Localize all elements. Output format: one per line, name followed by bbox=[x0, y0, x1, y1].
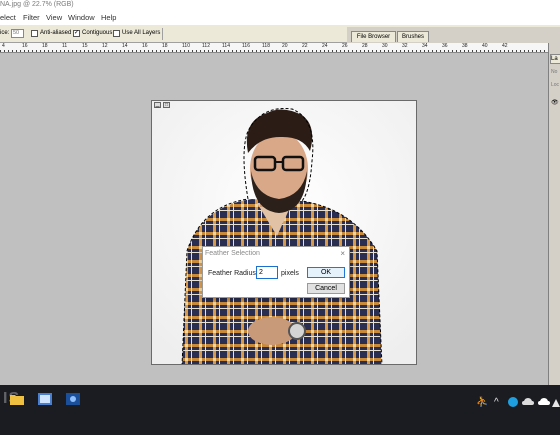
layers-panel: La No Loc 👁 bbox=[548, 43, 560, 385]
ruler-tick-label: 30 bbox=[382, 43, 388, 49]
ruler-tick-label: 40 bbox=[482, 43, 488, 49]
use-all-layers-label: Use All Layers bbox=[122, 30, 161, 36]
feather-selection-dialog: Feather Selection × Feather Radius: 2 pi… bbox=[202, 246, 350, 298]
ruler-tick-label: 118 bbox=[262, 43, 270, 49]
photo-canvas[interactable] bbox=[152, 101, 417, 365]
ruler-tick-label: 36 bbox=[442, 43, 448, 49]
menu-bar: elect Filter View Window Help bbox=[0, 11, 560, 25]
anti-aliased-label: Anti-aliased bbox=[40, 30, 72, 36]
tolerance-label: ice: bbox=[0, 30, 10, 36]
ruler-tick-label: 11 bbox=[62, 43, 68, 49]
contiguous-label: Contiguous bbox=[82, 30, 113, 36]
ruler-tick-label: 110 bbox=[182, 43, 190, 49]
ruler-tick-label: 116 bbox=[242, 43, 250, 49]
horizontal-ruler: 4 16 18 11 15 12 14 16 18 110 112 114 11… bbox=[0, 43, 548, 53]
ruler-tick-label: 38 bbox=[462, 43, 468, 49]
taskbar: IS ⛹ ^ bbox=[0, 385, 560, 435]
window-title: NA.jpg @ 22.7% (RGB) bbox=[0, 1, 74, 8]
ruler-tick-label: 4 bbox=[2, 43, 5, 49]
people-icon[interactable]: ⛹ bbox=[476, 397, 488, 408]
pictureviewer-icon[interactable] bbox=[38, 393, 52, 408]
chevron-up-icon[interactable]: ^ bbox=[494, 397, 499, 408]
blend-mode-label[interactable]: No bbox=[551, 69, 557, 75]
menu-help[interactable]: Help bbox=[101, 13, 116, 22]
ok-button[interactable]: OK bbox=[307, 267, 345, 278]
ruler-tick-label: 112 bbox=[202, 43, 210, 49]
options-divider bbox=[162, 28, 163, 40]
cancel-button[interactable]: Cancel bbox=[307, 283, 345, 294]
ruler-tick-label: 22 bbox=[302, 43, 308, 49]
dialog-title: Feather Selection bbox=[205, 250, 260, 257]
feather-radius-label: Feather Radius: bbox=[208, 270, 258, 277]
cloud-icon[interactable] bbox=[538, 397, 550, 410]
onedrive-icon[interactable] bbox=[522, 397, 534, 410]
photoshop-icon[interactable] bbox=[66, 393, 80, 408]
network-icon[interactable] bbox=[552, 397, 560, 410]
menu-window[interactable]: Window bbox=[68, 13, 95, 22]
ruler-tick-label: 16 bbox=[142, 43, 148, 49]
ruler-tick-label: 34 bbox=[422, 43, 428, 49]
ruler-tick-label: 26 bbox=[342, 43, 348, 49]
menu-select[interactable]: elect bbox=[0, 13, 16, 22]
tab-layers[interactable]: La bbox=[550, 54, 560, 64]
ruler-tick-label: 24 bbox=[322, 43, 328, 49]
ruler-tick-label: 16 bbox=[22, 43, 28, 49]
ruler-tick-label: 14 bbox=[122, 43, 128, 49]
folder-icon[interactable] bbox=[10, 393, 24, 408]
feather-unit-label: pixels bbox=[281, 270, 299, 277]
use-all-layers-checkbox[interactable] bbox=[113, 30, 120, 37]
ruler-tick-label: 12 bbox=[102, 43, 108, 49]
ruler-tick-label: 32 bbox=[402, 43, 408, 49]
document-window[interactable]: ▁ □ bbox=[151, 100, 417, 365]
palette-well: File Browser Brushes bbox=[347, 27, 560, 43]
menu-view[interactable]: View bbox=[46, 13, 62, 22]
window-titlebar: NA.jpg @ 22.7% (RGB) bbox=[0, 0, 560, 11]
ruler-tick-label: 15 bbox=[82, 43, 88, 49]
ruler-tick-label: 20 bbox=[282, 43, 288, 49]
contiguous-checkbox[interactable]: ✓ bbox=[73, 30, 80, 37]
tab-file-browser[interactable]: File Browser bbox=[351, 31, 396, 42]
ruler-tick-label: 18 bbox=[42, 43, 48, 49]
document-minimize-button[interactable]: ▁ bbox=[154, 102, 161, 108]
document-maximize-button[interactable]: □ bbox=[163, 102, 170, 108]
ruler-tick-label: 42 bbox=[502, 43, 508, 49]
lock-label: Loc bbox=[551, 82, 560, 88]
feather-radius-input[interactable]: 2 bbox=[256, 266, 278, 279]
anti-aliased-checkbox[interactable] bbox=[31, 30, 38, 37]
ruler-tick-label: 114 bbox=[222, 43, 230, 49]
close-icon[interactable]: × bbox=[340, 249, 345, 258]
skype-icon[interactable] bbox=[508, 397, 518, 410]
ruler-tick-label: 28 bbox=[362, 43, 368, 49]
tab-brushes[interactable]: Brushes bbox=[397, 31, 429, 42]
ruler-tick-label: 18 bbox=[162, 43, 168, 49]
menu-filter[interactable]: Filter bbox=[23, 13, 40, 22]
tolerance-input[interactable]: 50 bbox=[11, 29, 24, 38]
eye-icon[interactable]: 👁 bbox=[551, 99, 559, 106]
